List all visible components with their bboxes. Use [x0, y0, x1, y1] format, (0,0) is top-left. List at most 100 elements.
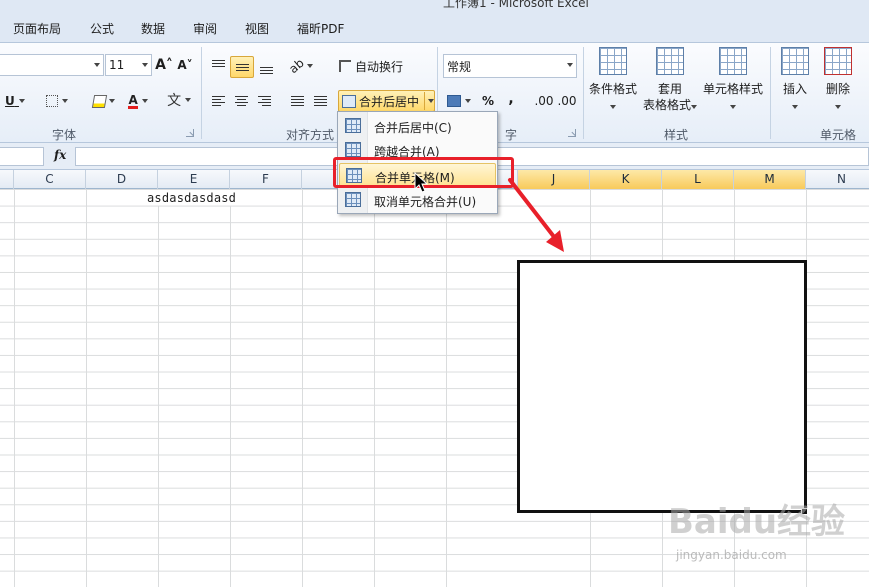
percent-icon: % [481, 94, 495, 108]
column-header[interactable]: N [806, 170, 869, 189]
align-middle-icon [235, 63, 249, 71]
align-middle-button[interactable] [230, 56, 254, 78]
delete-button[interactable]: 删除 [818, 47, 858, 113]
accounting-format-button[interactable] [445, 91, 473, 111]
name-box[interactable] [0, 147, 44, 166]
excel-window: 工作簿1 - Microsoft Excel 页面布局 公式 数据 审阅 视图 … [0, 0, 869, 587]
phonetic-button[interactable]: 文 [163, 89, 195, 111]
column-header[interactable]: K [590, 170, 662, 189]
paint-bucket-icon [91, 94, 107, 108]
tab-formulas[interactable]: 公式 [90, 20, 114, 37]
insert-cells-icon [781, 47, 809, 75]
column-header-partial[interactable] [0, 170, 14, 189]
column-header[interactable]: D [86, 170, 158, 189]
chevron-down-icon [61, 99, 68, 103]
menu-item-label: 合并后居中(C) [374, 121, 452, 135]
insert-button[interactable]: 插入 [775, 47, 815, 113]
cell-styles-label: 单元格样式 [702, 82, 763, 96]
tab-page-layout[interactable]: 页面布局 [13, 20, 61, 37]
decrease-decimal-icon: .00 [557, 94, 577, 108]
percent-button[interactable]: % [478, 91, 498, 111]
font-size-combo[interactable]: 11 [105, 54, 152, 76]
watermark-url: jingyan.baidu.com [676, 548, 787, 562]
borders-button[interactable] [44, 91, 70, 111]
merged-cell-selection[interactable] [517, 260, 807, 513]
font-group-label: 字体 [52, 128, 77, 142]
font-size-value: 11 [109, 58, 125, 72]
tab-foxit-pdf[interactable]: 福昕PDF [297, 20, 344, 37]
format-as-table-button[interactable]: 套用 表格格式 [640, 47, 700, 113]
watermark-logo: Baidu经验 [668, 502, 846, 542]
chevron-down-icon [18, 99, 25, 103]
font-color-button[interactable]: A [123, 91, 153, 111]
chevron-down-icon [307, 64, 314, 68]
chevron-down-icon [184, 98, 191, 102]
increase-decimal-icon: .00 [534, 94, 554, 108]
grid-line [374, 189, 375, 587]
column-header[interactable]: M [734, 170, 806, 189]
merge-cells-icon [342, 94, 356, 108]
grid-line [158, 206, 159, 587]
align-center-button[interactable] [230, 91, 252, 111]
fill-color-button[interactable] [88, 91, 120, 111]
menu-item-merge-center[interactable]: 合并后居中(C) [339, 114, 496, 138]
chevron-down-icon [142, 63, 148, 67]
orientation-button[interactable]: ab [286, 56, 316, 76]
conditional-format-button[interactable]: 条件格式 [587, 47, 639, 113]
increase-decimal-button[interactable]: .00 [533, 91, 555, 111]
align-left-button[interactable] [207, 91, 229, 111]
font-name-combo[interactable] [0, 54, 104, 76]
merge-center-icon [345, 118, 361, 133]
column-header[interactable]: C [14, 170, 86, 189]
decrease-decimal-button[interactable]: .00 [556, 91, 578, 111]
cell-value[interactable]: asdasdasdasd [147, 191, 236, 205]
chevron-down-icon[interactable] [428, 99, 434, 103]
merge-center-button[interactable]: 合并后居中 [338, 90, 435, 112]
grid-line [446, 189, 447, 587]
decrease-indent-button[interactable] [286, 91, 308, 111]
cells-group-label: 单元格 [820, 128, 857, 142]
delete-label: 删除 [825, 82, 850, 96]
number-format-combo[interactable]: 常规 [443, 54, 577, 78]
number-format-value: 常规 [447, 60, 472, 74]
table-format-label-1: 套用 [657, 82, 682, 96]
insert-label: 插入 [782, 82, 807, 96]
chevron-down-icon [94, 63, 100, 67]
tab-view[interactable]: 视图 [245, 20, 269, 37]
tab-data[interactable]: 数据 [141, 20, 165, 37]
grid-line [302, 189, 303, 587]
group-divider [770, 47, 771, 139]
align-top-button[interactable] [207, 56, 229, 76]
text-orientation-icon: ab [285, 55, 307, 77]
cell-styles-button[interactable]: 单元格样式 [701, 47, 765, 113]
chevron-down-icon [792, 105, 798, 109]
tab-review[interactable]: 审阅 [193, 20, 217, 37]
underline-button[interactable]: U [2, 91, 28, 111]
column-header[interactable]: L [662, 170, 734, 189]
grid-line [86, 189, 87, 587]
merge-center-label: 合并后居中 [358, 94, 419, 109]
shrink-font-button[interactable]: A˅ [176, 55, 194, 75]
styles-group-label: 样式 [664, 128, 689, 142]
title-bar: 工作簿1 - Microsoft Excel [0, 0, 869, 10]
wrap-text-button[interactable]: 自动换行 [338, 56, 412, 76]
align-right-icon [257, 96, 271, 106]
underline-icon: U [5, 94, 15, 108]
window-title: 工作簿1 - Microsoft Excel [443, 0, 589, 10]
comma-button[interactable]: , [502, 89, 520, 109]
number-dialog-launcher-icon[interactable] [568, 129, 576, 137]
column-header[interactable]: E [158, 170, 230, 189]
phonetic-icon: 文 [167, 93, 182, 109]
grow-font-button[interactable]: A˄ [155, 55, 173, 75]
align-bottom-button[interactable] [255, 56, 277, 76]
currency-icon [447, 95, 462, 107]
chevron-down-icon [610, 105, 616, 109]
align-right-button[interactable] [253, 91, 275, 111]
chevron-down-icon [141, 99, 148, 103]
unmerge-cells-icon [345, 192, 361, 207]
increase-indent-button[interactable] [309, 91, 331, 111]
group-divider [201, 47, 202, 139]
insert-function-icon[interactable]: fx [54, 148, 66, 162]
font-dialog-launcher-icon[interactable] [186, 129, 194, 137]
column-header[interactable]: F [230, 170, 302, 189]
